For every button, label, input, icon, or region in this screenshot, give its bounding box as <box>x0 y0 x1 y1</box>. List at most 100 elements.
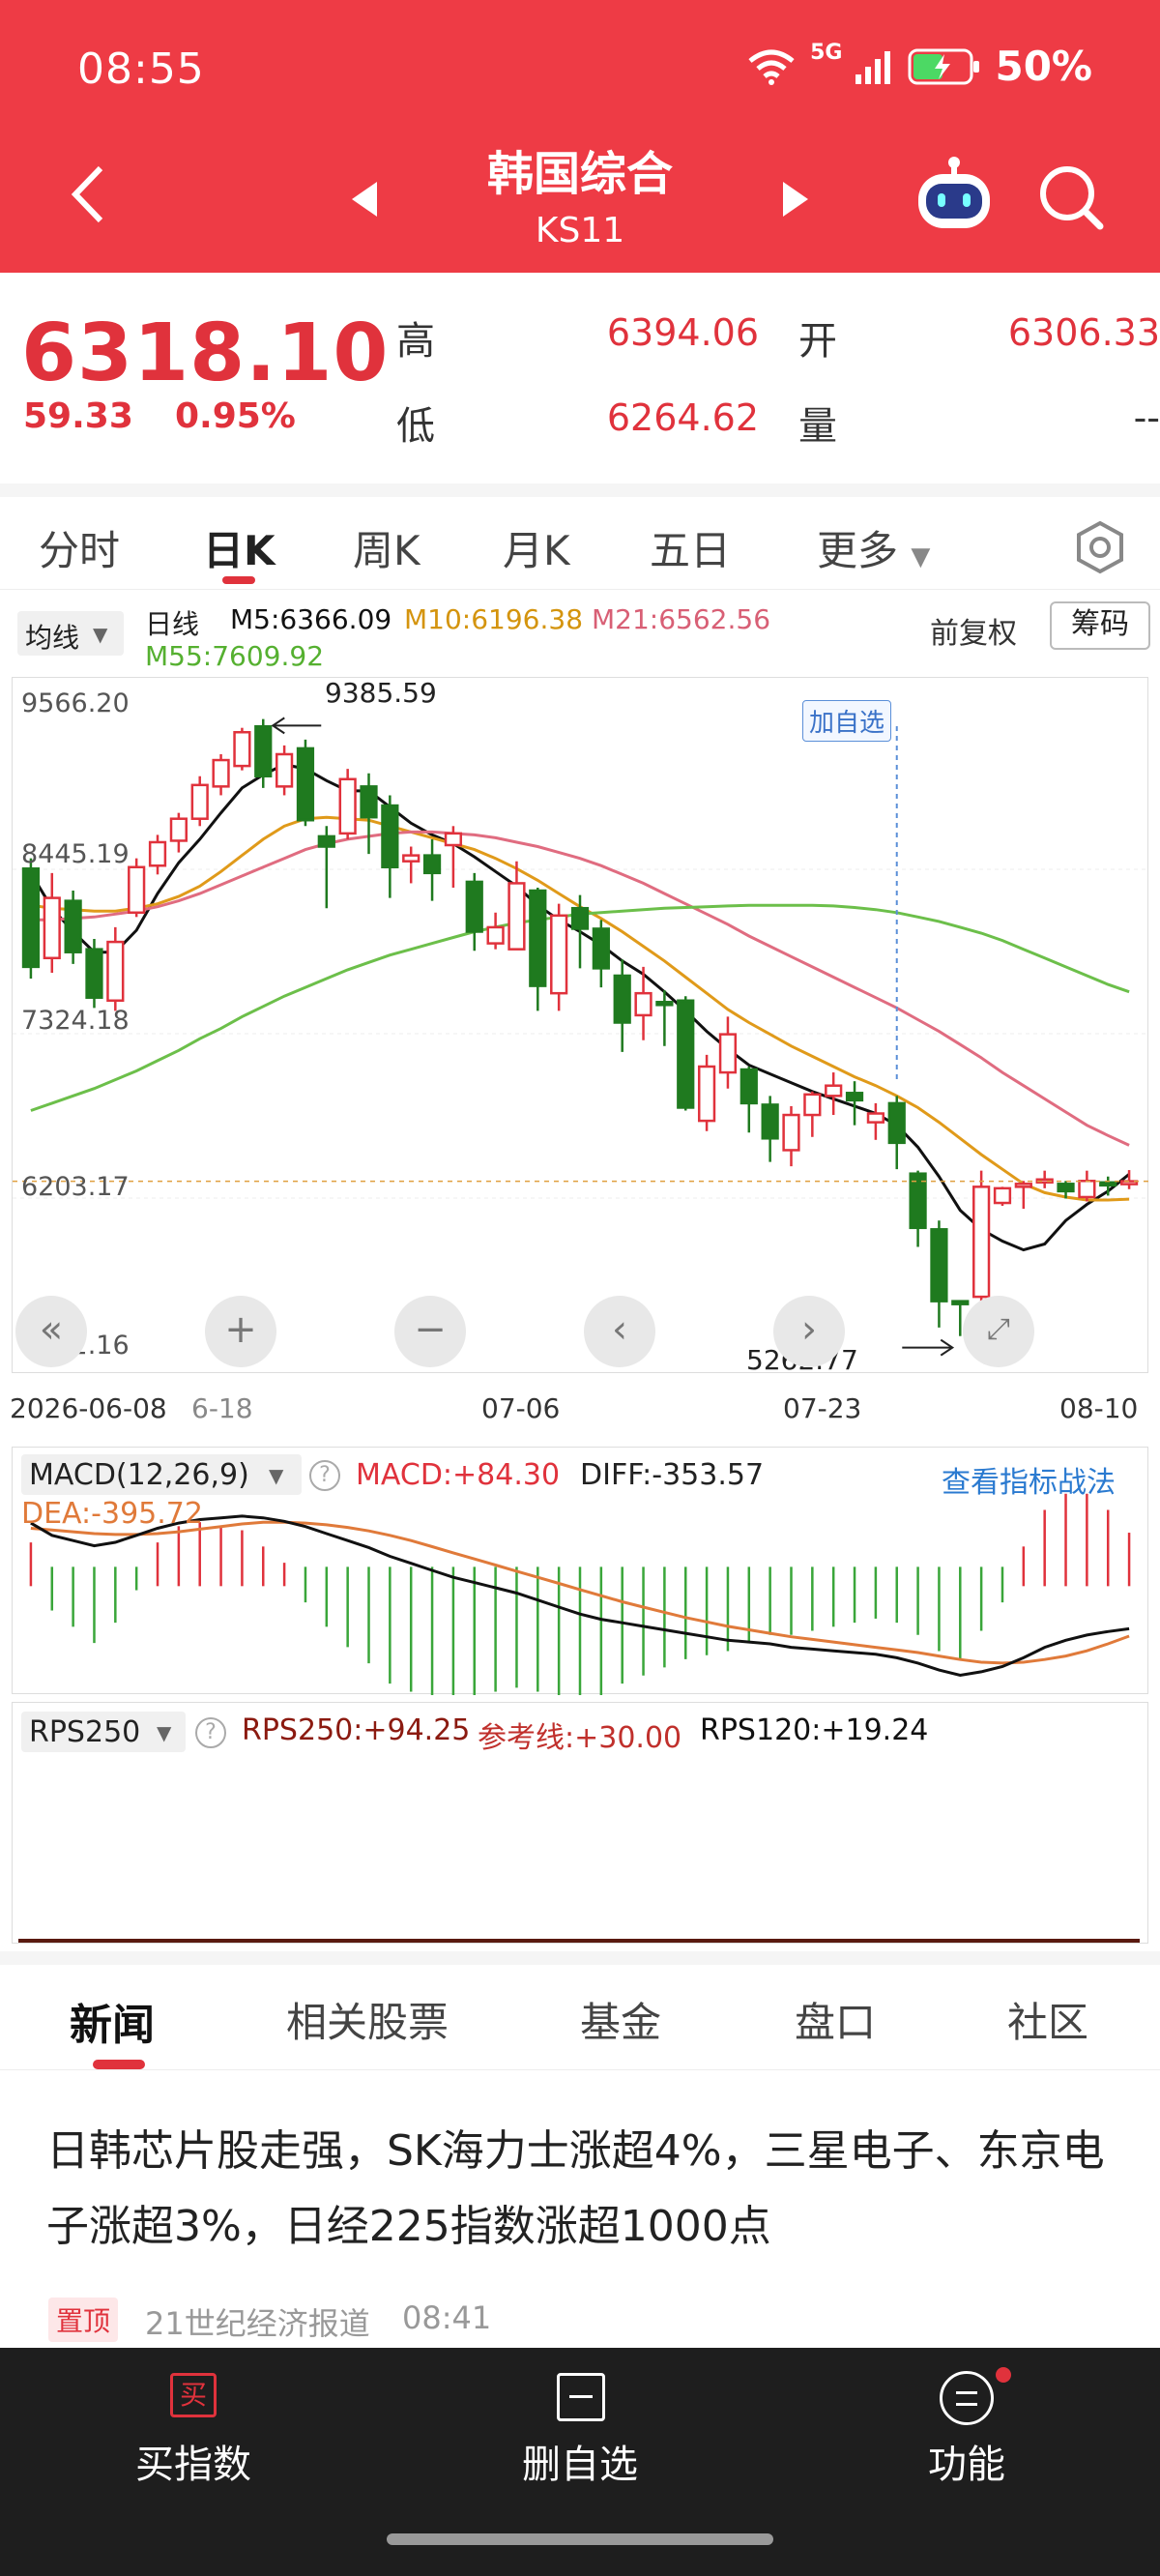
candle-body <box>233 730 251 768</box>
macd-selector[interactable]: MACD(12,26,9) ▼ <box>21 1454 302 1495</box>
notification-dot <box>996 2367 1011 2383</box>
candle-body <box>106 940 125 1003</box>
candle-body <box>1078 1180 1096 1199</box>
period-tabs: 分时 日K 周K 月K 五日 更多 ▼ <box>0 503 1160 590</box>
candle-body <box>634 991 652 1017</box>
status-indicators: 5G 50% <box>746 41 1092 90</box>
candle-body <box>761 1103 779 1140</box>
indicator-strategy-link[interactable]: 查看指标战法 <box>942 1458 1116 1501</box>
candle-body <box>317 834 335 848</box>
price-change: 59.33 0.95% <box>23 396 296 436</box>
low-value: 6264.62 <box>606 396 759 439</box>
divider <box>0 1951 1160 1965</box>
high-label: 高 <box>396 319 435 364</box>
candle-body <box>43 896 61 960</box>
candle-body <box>212 758 230 788</box>
candle-body <box>275 752 294 788</box>
candle-body <box>592 927 610 970</box>
caret-down-icon: ▼ <box>911 542 931 571</box>
help-icon[interactable]: ? <box>309 1460 340 1491</box>
candle-body <box>718 1033 738 1074</box>
rewind-icon[interactable]: « <box>15 1296 87 1367</box>
candle-body <box>825 1084 843 1098</box>
signal-icon <box>856 50 891 84</box>
buy-icon: 买 <box>170 2373 217 2417</box>
macd-value: MACD:+84.30 <box>356 1458 561 1492</box>
next-index-icon[interactable] <box>781 180 812 219</box>
dea-value: DEA:-395.72 <box>21 1497 203 1531</box>
add-watch-marker[interactable]: 加自选 <box>802 700 892 742</box>
fullscreen-icon[interactable]: ⤢ <box>963 1296 1034 1367</box>
candle-body <box>845 1092 864 1102</box>
candle-body <box>993 1186 1012 1205</box>
tab-more[interactable]: 更多 ▼ <box>817 518 930 577</box>
candle-body <box>613 974 631 1024</box>
tab-related-stocks[interactable]: 相关股票 <box>286 1990 449 2049</box>
candle-body <box>803 1093 822 1117</box>
scroll-right-icon[interactable]: › <box>773 1296 845 1367</box>
candle-body <box>951 1300 970 1305</box>
tab-daily-k[interactable]: 日K <box>203 518 276 577</box>
rps120-value: RPS120:+19.24 <box>700 1713 929 1747</box>
function-label: 功能 <box>928 2443 1005 2487</box>
caret-down-icon: ▼ <box>269 1464 284 1487</box>
tab-funds[interactable]: 基金 <box>580 1990 661 2049</box>
candle-body <box>1014 1183 1032 1188</box>
candle-body <box>550 914 568 995</box>
menu-icon <box>940 2371 994 2425</box>
scroll-left-icon[interactable]: ‹ <box>584 1296 655 1367</box>
tab-intraday[interactable]: 分时 <box>39 518 120 577</box>
news-time: 08:41 <box>402 2299 492 2336</box>
candle-body <box>677 999 695 1109</box>
rps-selector[interactable]: RPS250 ▼ <box>21 1712 186 1752</box>
robot-assistant-icon[interactable] <box>913 155 996 232</box>
help-icon[interactable]: ? <box>195 1717 226 1748</box>
candle-body <box>930 1228 948 1303</box>
settings-icon[interactable] <box>1073 520 1127 574</box>
rps-baseline <box>18 1939 1140 1943</box>
candle-body <box>64 899 82 953</box>
tab-news[interactable]: 新闻 <box>70 1990 155 2052</box>
candle-body <box>1057 1183 1075 1193</box>
status-time: 08:55 <box>77 44 205 94</box>
tab-monthly-k[interactable]: 月K <box>503 518 570 577</box>
candle-body <box>887 1101 906 1145</box>
tab-community[interactable]: 社区 <box>1007 1990 1088 2049</box>
volume-value: -- <box>1133 396 1160 439</box>
ma-selector[interactable]: 均线 ▼ <box>17 611 124 656</box>
zoom-out-icon[interactable]: − <box>394 1296 466 1367</box>
x-tick-2: 6-18 <box>191 1392 253 1424</box>
candle-body <box>360 785 378 819</box>
adjust-mode[interactable]: 前复权 <box>930 609 1017 652</box>
volume-label: 量 <box>798 404 837 449</box>
open-label: 开 <box>798 319 837 364</box>
candle-body <box>148 840 167 867</box>
candle-body <box>296 746 315 822</box>
current-price: 6318.10 <box>21 307 390 399</box>
high-value: 6394.06 <box>606 311 759 354</box>
zoom-in-icon[interactable]: + <box>205 1296 276 1367</box>
buy-index-label: 买指数 <box>135 2443 251 2487</box>
ma-line-m21 <box>30 830 1130 1147</box>
network-label: 5G <box>810 41 843 65</box>
ma21-label: M21:6562.56 <box>592 603 771 635</box>
ma-selector-label: 均线 <box>25 622 80 654</box>
kline-chart[interactable] <box>12 677 1149 1373</box>
low-label: 低 <box>396 404 435 449</box>
news-headline[interactable]: 日韩芯片股走强，SK海力士涨超4%，三星电子、东京电子涨超3%，日经225指数涨… <box>46 2114 1119 2265</box>
candle-body <box>570 906 590 930</box>
tab-five-day[interactable]: 五日 <box>650 518 731 577</box>
caret-down-icon: ▼ <box>93 623 108 646</box>
chip-button[interactable]: 筹码 <box>1050 601 1150 650</box>
candle-body <box>444 832 463 847</box>
pinned-badge: 置顶 <box>48 2298 119 2342</box>
candle-body <box>422 854 442 875</box>
x-tick-5: 08-10 <box>1059 1392 1139 1424</box>
search-icon[interactable] <box>1038 164 1106 232</box>
active-tab-indicator <box>222 576 255 584</box>
tab-order-book[interactable]: 盘口 <box>795 1990 876 2049</box>
candle-body <box>465 880 483 933</box>
x-tick-3: 07-06 <box>481 1392 561 1424</box>
candle-body <box>655 1001 674 1007</box>
tab-weekly-k[interactable]: 周K <box>353 518 420 577</box>
